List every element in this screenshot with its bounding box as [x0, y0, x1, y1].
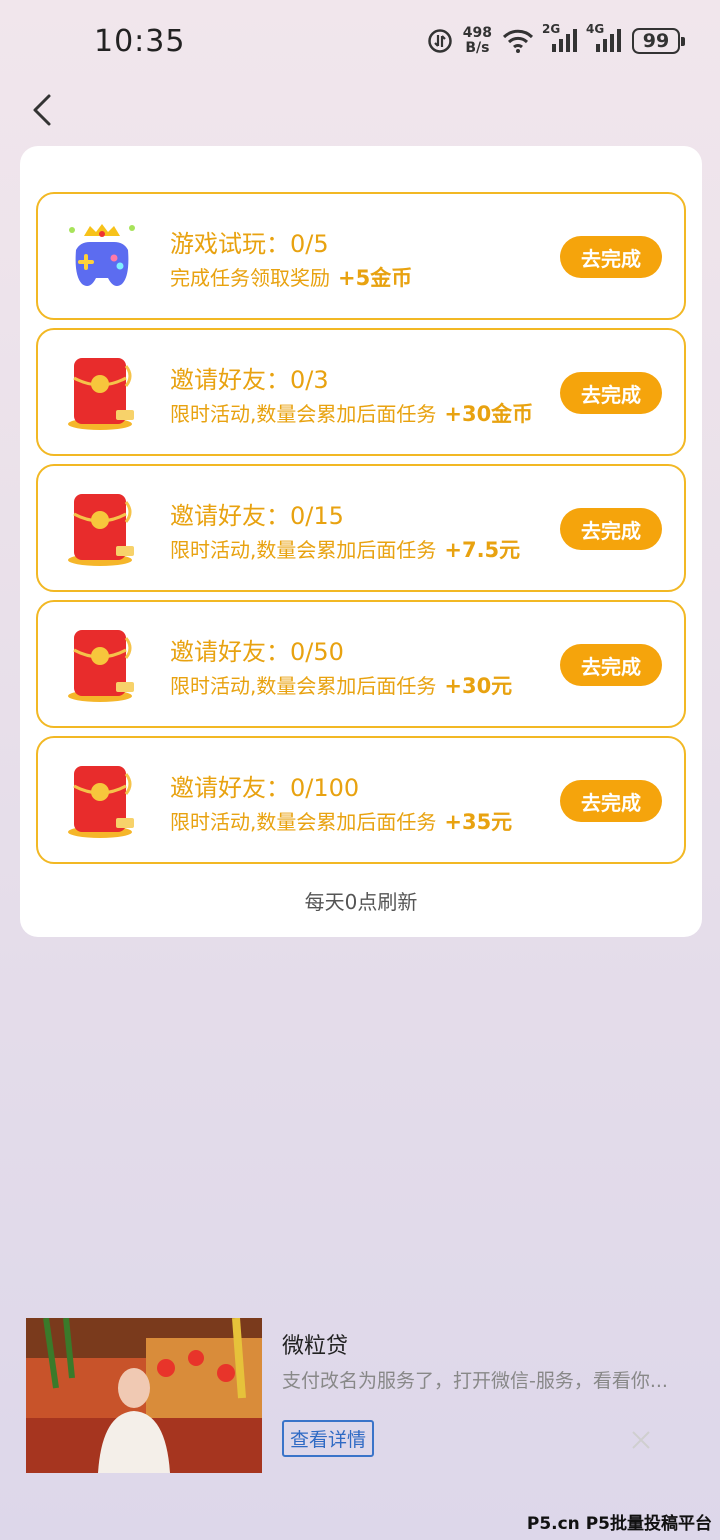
- task-title: 邀请好友：0/100: [170, 774, 360, 802]
- task-reward: +7.5元: [444, 538, 521, 562]
- data-saver-icon: [427, 28, 453, 54]
- ad-banner[interactable]: 微粒贷 支付改名为服务了，打开微信-服务，看看你... 查看详情: [26, 1318, 706, 1474]
- signal-sim1-icon: 2G: [542, 22, 578, 54]
- sim1-label: 2G: [542, 22, 561, 36]
- task-card: 游戏试玩：0/5 完成任务领取奖励 +5金币 去完成 邀请好友：0/3 限时活动,…: [20, 146, 702, 937]
- task-desc-text: 限时活动,数量会累加后面任务: [170, 810, 437, 834]
- task-description: 限时活动,数量会累加后面任务 +30元: [170, 670, 512, 700]
- gamepad-icon: [64, 216, 140, 296]
- task-title: 邀请好友：0/15: [170, 502, 344, 530]
- task-reward: +5金币: [338, 266, 413, 290]
- task-desc-text: 完成任务领取奖励: [170, 266, 330, 290]
- task-item: 邀请好友：0/3 限时活动,数量会累加后面任务 +30金币 去完成: [36, 328, 686, 456]
- task-reward: +30元: [444, 674, 513, 698]
- signal-sim2-icon: 4G: [586, 22, 622, 54]
- back-button[interactable]: [22, 88, 62, 132]
- task-description: 限时活动,数量会累加后面任务 +7.5元: [170, 534, 520, 564]
- complete-task-button[interactable]: 去完成: [560, 372, 662, 414]
- task-item: 邀请好友：0/100 限时活动,数量会累加后面任务 +35元 去完成: [36, 736, 686, 864]
- view-details-button[interactable]: 查看详情: [282, 1420, 375, 1457]
- task-desc-text: 限时活动,数量会累加后面任务: [170, 674, 437, 698]
- status-bar: 10:35 498 B/s 2G 4G 99: [0, 0, 720, 86]
- task-description: 限时活动,数量会累加后面任务 +30金币: [170, 398, 533, 428]
- refresh-note: 每天0点刷新: [304, 890, 418, 914]
- task-description: 限时活动,数量会累加后面任务 +35元: [170, 806, 512, 836]
- task-reward: +35元: [444, 810, 513, 834]
- red-envelope-icon: [64, 760, 140, 840]
- task-item: 邀请好友：0/15 限时活动,数量会累加后面任务 +7.5元 去完成: [36, 464, 686, 592]
- task-title: 游戏试玩：0/5: [170, 230, 329, 258]
- task-item: 邀请好友：0/50 限时活动,数量会累加后面任务 +30元 去完成: [36, 600, 686, 728]
- red-envelope-icon: [64, 488, 140, 568]
- task-desc-text: 限时活动,数量会累加后面任务: [170, 538, 437, 562]
- complete-task-button[interactable]: 去完成: [560, 236, 662, 278]
- net-speed-value: 498: [462, 25, 492, 41]
- ad-image[interactable]: [26, 1318, 262, 1473]
- net-speed: 498 B/s: [463, 26, 492, 56]
- close-icon[interactable]: [629, 1428, 653, 1452]
- task-item: 游戏试玩：0/5 完成任务领取奖励 +5金币 去完成: [36, 192, 686, 320]
- task-description: 完成任务领取奖励 +5金币: [170, 262, 412, 292]
- chevron-left-icon: [33, 94, 51, 126]
- red-envelope-icon: [64, 624, 140, 704]
- ad-title: 微粒贷: [282, 1334, 349, 1359]
- complete-task-button[interactable]: 去完成: [560, 644, 662, 686]
- ad-description: 支付改名为服务了，打开微信-服务，看看你...: [282, 1370, 668, 1392]
- task-title: 邀请好友：0/3: [170, 366, 329, 394]
- battery-icon: 99: [632, 28, 685, 54]
- status-icons: 498 B/s 2G 4G 99: [427, 22, 685, 56]
- wifi-icon: [502, 28, 534, 54]
- red-envelope-icon: [64, 352, 140, 432]
- status-time: 10:35: [94, 24, 186, 59]
- task-title: 邀请好友：0/50: [170, 638, 344, 666]
- task-reward: +30金币: [444, 402, 534, 426]
- battery-level: 99: [642, 30, 670, 52]
- watermark: P5.cn P5批量投稿平台: [526, 1514, 712, 1534]
- complete-task-button[interactable]: 去完成: [560, 508, 662, 550]
- sim2-label: 4G: [586, 22, 605, 36]
- net-speed-unit: B/s: [465, 40, 490, 56]
- task-desc-text: 限时活动,数量会累加后面任务: [170, 402, 437, 426]
- complete-task-button[interactable]: 去完成: [560, 780, 662, 822]
